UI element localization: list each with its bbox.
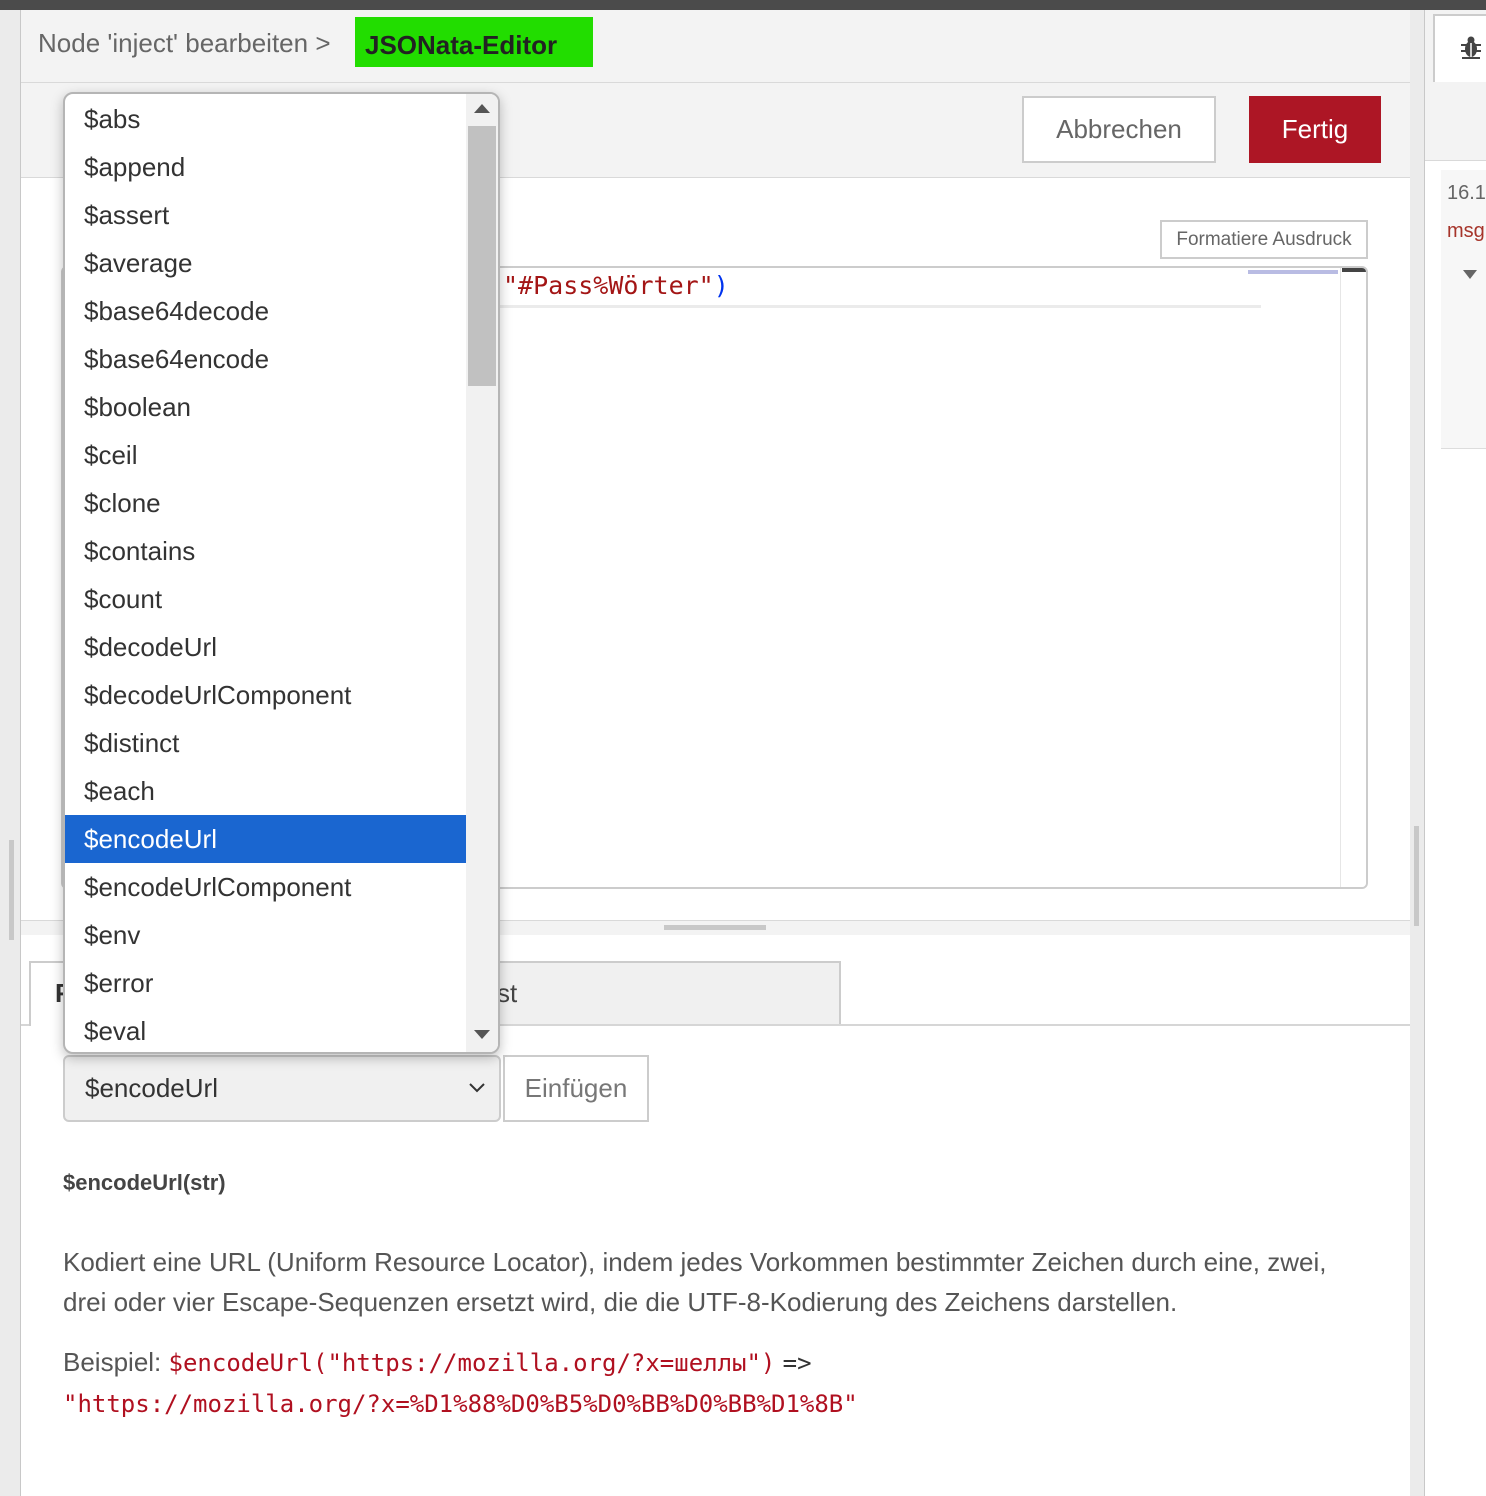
debug-timestamp: 16.1 xyxy=(1447,182,1486,204)
function-list-item[interactable]: $assert xyxy=(65,191,466,239)
insert-button[interactable]: Einfügen xyxy=(503,1055,649,1122)
dropdown-scrollbar-thumb[interactable] xyxy=(468,126,496,386)
left-resize-handle[interactable] xyxy=(9,840,14,940)
scroll-up-arrow-icon[interactable] xyxy=(474,104,490,113)
function-list-item[interactable]: $base64decode xyxy=(65,287,466,335)
editor-scrollbar[interactable] xyxy=(1340,268,1366,887)
function-list-item[interactable]: $boolean xyxy=(65,383,466,431)
function-list-item[interactable]: $decodeUrl xyxy=(65,623,466,671)
debug-sidebar: 16.1 msg xyxy=(1424,10,1486,1496)
breadcrumb-parent[interactable]: Node 'inject' bearbeiten xyxy=(38,28,308,58)
chevron-down-icon xyxy=(467,1057,487,1144)
breadcrumb-separator: > xyxy=(315,28,331,58)
done-button[interactable]: Fertig xyxy=(1249,96,1381,163)
code-minimap xyxy=(1248,270,1338,274)
breadcrumb-current: JSONata-Editor xyxy=(355,17,593,67)
function-list-item[interactable]: $encodeUrl xyxy=(65,815,466,863)
right-resize-handle[interactable] xyxy=(1414,826,1419,926)
function-list-item[interactable]: $average xyxy=(65,239,466,287)
divider-grip[interactable] xyxy=(664,925,766,930)
function-example: Beispiel: $encodeUrl("https://mozilla.or… xyxy=(63,1342,1373,1424)
function-list-item[interactable]: $base64encode xyxy=(65,335,466,383)
scroll-down-arrow-icon[interactable] xyxy=(474,1030,490,1039)
function-select[interactable]: $encodeUrl xyxy=(63,1055,501,1122)
function-list-item[interactable]: $encodeUrlComponent xyxy=(65,863,466,911)
cancel-button[interactable]: Abbrechen xyxy=(1022,96,1216,163)
function-list-item[interactable]: $decodeUrlComponent xyxy=(65,671,466,719)
function-list-item[interactable]: $eval xyxy=(65,1007,466,1052)
caret-down-icon[interactable] xyxy=(1463,270,1477,279)
code-text: "#Pass%Wörter") xyxy=(503,271,729,300)
tab-test-label: st xyxy=(497,978,518,1008)
dropdown-scrollbar[interactable] xyxy=(466,94,498,1052)
function-signature: $encodeUrl(str) xyxy=(63,1170,226,1195)
debug-message-panel: 16.1 msg xyxy=(1441,170,1486,449)
function-list-item[interactable]: $clone xyxy=(65,479,466,527)
function-list-item[interactable]: $count xyxy=(65,575,466,623)
editor-scrollbar-thumb[interactable] xyxy=(1342,268,1366,272)
function-dropdown-list[interactable]: $abs $append $assert $average $base64decode $… xyxy=(63,92,500,1054)
function-list-item[interactable]: $distinct xyxy=(65,719,466,767)
function-list-item[interactable]: $error xyxy=(65,959,466,1007)
format-expression-button[interactable]: Formatiere Ausdruck xyxy=(1160,220,1368,259)
code-paren: ) xyxy=(713,271,729,300)
function-select-value: $encodeUrl xyxy=(85,1073,218,1103)
function-list-item[interactable]: $ceil xyxy=(65,431,466,479)
tab-test[interactable]: st xyxy=(449,961,841,1024)
debug-msg-label: msg xyxy=(1447,220,1485,242)
code-string: "#Pass%Wörter" xyxy=(503,271,714,300)
breadcrumb: Node 'inject' bearbeiten > xyxy=(38,28,331,59)
function-list-item[interactable]: $each xyxy=(65,767,466,815)
tab-debug[interactable] xyxy=(1433,14,1486,82)
function-description: Kodiert eine URL (Uniform Resource Locat… xyxy=(63,1247,1327,1317)
example-label: Beispiel: xyxy=(63,1347,162,1377)
top-bar xyxy=(0,0,1486,10)
bug-icon xyxy=(1459,34,1483,67)
function-list-item[interactable]: $append xyxy=(65,143,466,191)
right-resize-strip xyxy=(1410,10,1424,1496)
function-list-item[interactable]: $abs xyxy=(65,95,466,143)
example-code: $encodeUrl("https://mozilla.org/?x=шеллы… xyxy=(168,1349,776,1377)
example-result: "https://mozilla.org/?x=%D1%88%D0%B5%D0%… xyxy=(63,1390,858,1418)
left-resize-strip xyxy=(0,10,20,1496)
sidebar-tabs xyxy=(1425,10,1486,161)
tray-header: Node 'inject' bearbeiten > JSONata-Edito… xyxy=(21,10,1410,83)
example-arrow: => xyxy=(782,1349,812,1377)
function-list-item[interactable]: $contains xyxy=(65,527,466,575)
function-list-item[interactable]: $env xyxy=(65,911,466,959)
